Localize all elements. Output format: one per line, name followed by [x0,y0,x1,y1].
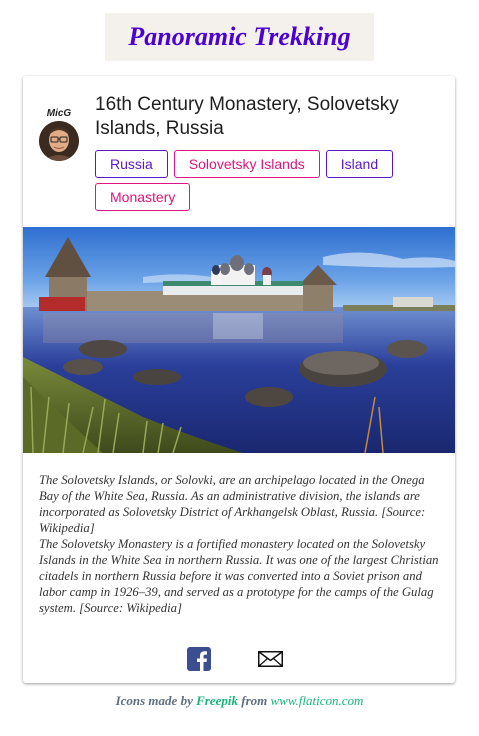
avatar [39,121,79,161]
share-bar [23,647,455,671]
freepik-link[interactable]: Freepik [196,693,238,708]
tag-list: Russia Solovetsky Islands Island Monastery [95,150,445,216]
description-paragraph: The Solovetsky Monastery is a fortified … [39,537,439,615]
tag-monastery[interactable]: Monastery [95,183,191,211]
icon-credits: Icons made by Freepik from www.flaticon.… [0,693,479,709]
credits-prefix: Icons made by [115,693,193,708]
post-photo [23,227,455,453]
author-name: MicG [46,108,72,119]
site-title: Panoramic Trekking [105,13,374,61]
email-icon[interactable] [258,651,283,667]
author-block: MicG [37,108,81,161]
post-description: The Solovetsky Islands, or Solovki, are … [39,472,441,616]
description-paragraph: The Solovetsky Islands, or Solovki, are … [39,473,426,535]
post-title: 16th Century Monastery, Solovetsky Islan… [95,94,399,139]
facebook-icon[interactable] [187,647,211,671]
tag-russia[interactable]: Russia [95,150,168,178]
post-card: MicG 16th Century Monastery, Solovetsky … [23,76,455,683]
credits-middle: from [241,693,268,708]
tag-solovetsky-islands[interactable]: Solovetsky Islands [173,150,320,178]
flaticon-link[interactable]: www.flaticon.com [270,693,363,708]
tag-island[interactable]: Island [325,150,394,178]
